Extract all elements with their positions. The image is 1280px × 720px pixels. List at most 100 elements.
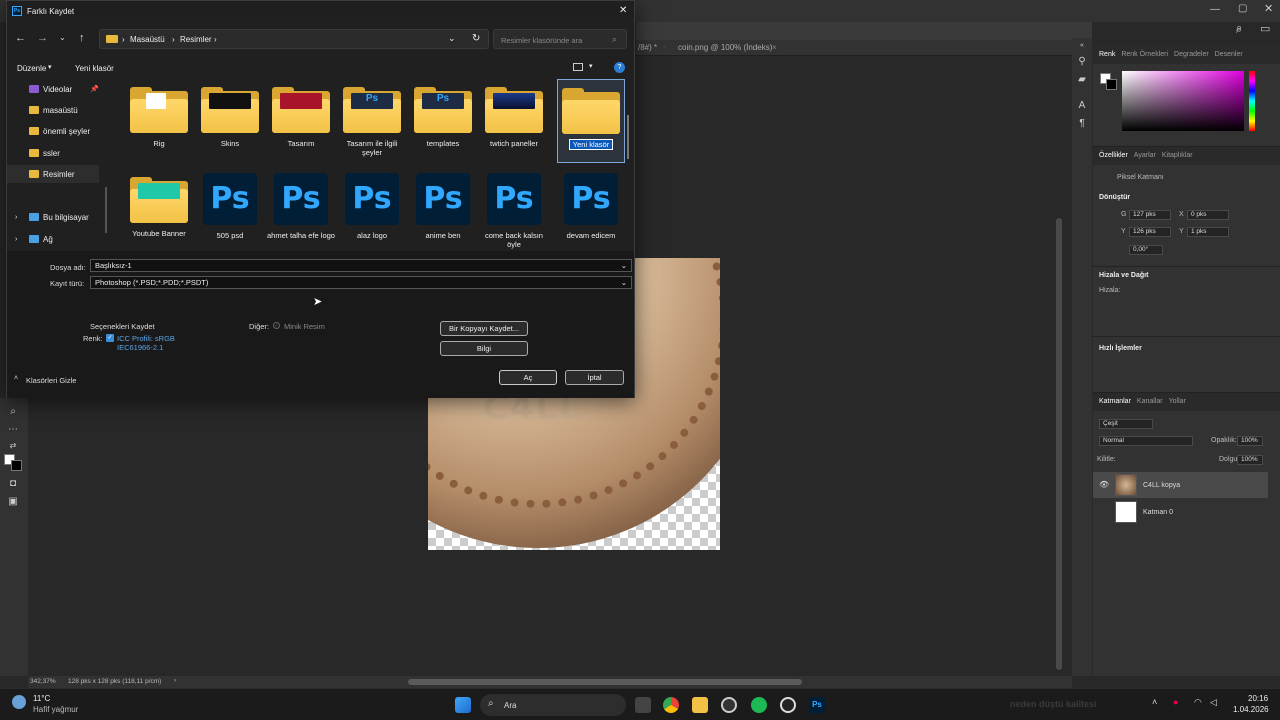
angle-field[interactable]: 0,00°: [1129, 245, 1163, 255]
doc-tab-1[interactable]: /8#) *: [638, 43, 657, 52]
horizontal-scrollbar[interactable]: [408, 679, 802, 685]
weather-desc[interactable]: Hafif yağmur: [33, 705, 78, 714]
nav-item-onemli[interactable]: önemli şeyler: [7, 122, 99, 140]
chatgpt-icon[interactable]: [780, 697, 796, 713]
chevron-right-icon[interactable]: ›: [15, 214, 17, 221]
help-icon[interactable]: ?: [614, 62, 625, 73]
tab-paths[interactable]: Yollar: [1169, 398, 1186, 411]
hide-folders-link[interactable]: Klasörleri Gizle: [26, 376, 76, 385]
psd-item-devam-edicem[interactable]: Ps devam edicem: [557, 169, 625, 253]
layer-row-c4ll-kopya[interactable]: 👁 C4LL kopya: [1093, 472, 1268, 498]
tab-properties[interactable]: Özellikler: [1099, 152, 1128, 165]
nav-item-masaustu[interactable]: masaüstü: [7, 101, 99, 119]
hue-slider[interactable]: [1249, 71, 1255, 131]
psd-item-come-back[interactable]: Ps come back kalsın öyle: [480, 169, 548, 253]
windows-start-icon[interactable]: [455, 697, 471, 713]
filename-input[interactable]: Başlıksız-1 ⌄: [90, 259, 632, 272]
opacity-field[interactable]: 100%: [1237, 436, 1263, 446]
tab-gradients[interactable]: Degradeler: [1174, 51, 1209, 64]
minimize-icon[interactable]: —: [1210, 4, 1220, 15]
volume-icon[interactable]: ◁: [1210, 697, 1217, 708]
info-button[interactable]: Bilgi: [440, 341, 528, 356]
history-icon[interactable]: ⚲: [1075, 56, 1089, 68]
transform-header[interactable]: Dönüştür: [1099, 194, 1130, 201]
collapse-icon[interactable]: «: [1075, 40, 1089, 52]
close-icon[interactable]: ×: [772, 43, 777, 52]
psd-item-ahmet[interactable]: Ps ahmet talha efe logo: [267, 169, 335, 253]
chevron-down-icon[interactable]: ⌄: [621, 261, 627, 270]
filetype-select[interactable]: Photoshop (*.PSD;*.PDD;*.PSDT) ⌄: [90, 276, 632, 289]
zoom-tool-icon[interactable]: ⌕: [6, 406, 20, 418]
folder-item-youtube-banner[interactable]: Youtube Banner: [125, 169, 193, 253]
cancel-button[interactable]: İptal: [565, 370, 624, 385]
tab-color[interactable]: Renk: [1099, 51, 1115, 64]
forward-arrow-icon[interactable]: →: [37, 32, 48, 44]
eye-icon[interactable]: 👁: [1099, 480, 1109, 489]
refresh-icon[interactable]: ↻: [472, 33, 480, 44]
view-icon[interactable]: [573, 63, 583, 71]
rename-field[interactable]: Yeni klasör: [568, 139, 614, 150]
paragraph-icon[interactable]: ¶: [1075, 118, 1089, 130]
tab-adjustments[interactable]: Ayarlar: [1134, 152, 1156, 165]
vertical-scrollbar[interactable]: [1056, 218, 1062, 670]
nav-item-resimler[interactable]: Resimler: [7, 165, 99, 183]
align-header[interactable]: Hizala ve Dağıt: [1099, 272, 1148, 279]
nav-item-bu-bilgisayar[interactable]: › Bu bilgisayar: [7, 208, 99, 226]
psd-item-505[interactable]: Ps 505 psd: [196, 169, 264, 253]
microphone-icon[interactable]: ●: [1173, 697, 1178, 707]
more-tools-icon[interactable]: ⋯: [6, 424, 20, 436]
files-scrollbar[interactable]: [627, 115, 629, 159]
height-field[interactable]: 126 pks: [1129, 227, 1171, 237]
x-field[interactable]: 0 pks: [1187, 210, 1229, 220]
background-color[interactable]: [11, 460, 22, 471]
quick-mask-icon[interactable]: ◘: [6, 478, 20, 490]
close-icon[interactable]: ✕: [619, 5, 627, 16]
y-field[interactable]: 1 pks: [1187, 227, 1229, 237]
tab-channels[interactable]: Kanallar: [1137, 398, 1163, 411]
tab-swatches[interactable]: Renk Örnekleri: [1121, 51, 1168, 64]
nav-item-ssler[interactable]: ssler: [7, 144, 99, 162]
blend-mode-select[interactable]: Normal: [1099, 436, 1193, 446]
quick-actions-header[interactable]: Hızlı İşlemler: [1099, 345, 1142, 352]
doc-tab-coin[interactable]: coin.png @ 100% (İndeks): [678, 43, 772, 52]
tab-libraries[interactable]: Kitaplıklar: [1162, 152, 1193, 165]
maximize-icon[interactable]: ▢: [1238, 3, 1247, 14]
chevron-up-icon[interactable]: ˄: [1152, 697, 1157, 707]
folder-item-skins[interactable]: Skins: [196, 79, 264, 163]
psd-item-anime-ben[interactable]: Ps anime ben: [409, 169, 477, 253]
breadcrumb-desktop[interactable]: Masaüstü: [130, 35, 165, 44]
spotify-icon[interactable]: [751, 697, 767, 713]
close-icon[interactable]: ×: [662, 43, 667, 52]
bg-swatch[interactable]: [1106, 79, 1117, 90]
tab-patterns[interactable]: Desenler: [1215, 51, 1243, 64]
fill-field[interactable]: 100%: [1237, 455, 1263, 465]
save-copy-button[interactable]: Bir Kopyayı Kaydet...: [440, 321, 528, 336]
nav-scrollbar[interactable]: [105, 187, 107, 233]
chevron-down-icon[interactable]: ⌄: [621, 278, 627, 287]
chevron-right-icon[interactable]: ›: [174, 677, 176, 684]
back-arrow-icon[interactable]: ←: [15, 32, 26, 44]
tab-layers[interactable]: Katmanlar: [1099, 398, 1131, 411]
address-bar[interactable]: › Masaüstü › Resimler › ⌄ ↻: [99, 29, 489, 49]
weather-temp[interactable]: 11°C: [33, 694, 50, 703]
layer-name[interactable]: C4LL kopya: [1143, 482, 1180, 489]
search-field[interactable]: Resimler klasöründe ara ⌕: [493, 29, 627, 49]
folder-item-templates[interactable]: Ps templates: [409, 79, 477, 163]
nav-item-ag[interactable]: › Ağ: [7, 230, 99, 248]
chevron-up-icon[interactable]: ˄: [14, 375, 18, 382]
nav-item-videolar[interactable]: Videolar 📌: [7, 80, 99, 98]
weather-icon[interactable]: [12, 695, 26, 709]
workspace-icon[interactable]: ▭: [1260, 22, 1270, 35]
wifi-icon[interactable]: ◠: [1194, 697, 1202, 708]
photoshop-taskbar-icon[interactable]: Ps: [809, 697, 825, 713]
close-icon[interactable]: ✕: [1264, 2, 1273, 15]
psd-item-alaz[interactable]: Ps alaz logo: [338, 169, 406, 253]
open-button[interactable]: Aç: [499, 370, 557, 385]
taskbar-search[interactable]: ⌕ Ara: [480, 694, 626, 716]
icc-checkbox[interactable]: ✓: [106, 334, 114, 342]
obs-icon[interactable]: [721, 697, 737, 713]
folder-item-tasarim-ilgili[interactable]: Ps Tasarım ile ilgili şeyler: [338, 79, 406, 163]
layer-row-katman-0[interactable]: Katman 0: [1093, 499, 1268, 525]
clock-time[interactable]: 20:16: [1248, 694, 1268, 703]
chevron-down-icon[interactable]: ⌄: [448, 33, 456, 44]
